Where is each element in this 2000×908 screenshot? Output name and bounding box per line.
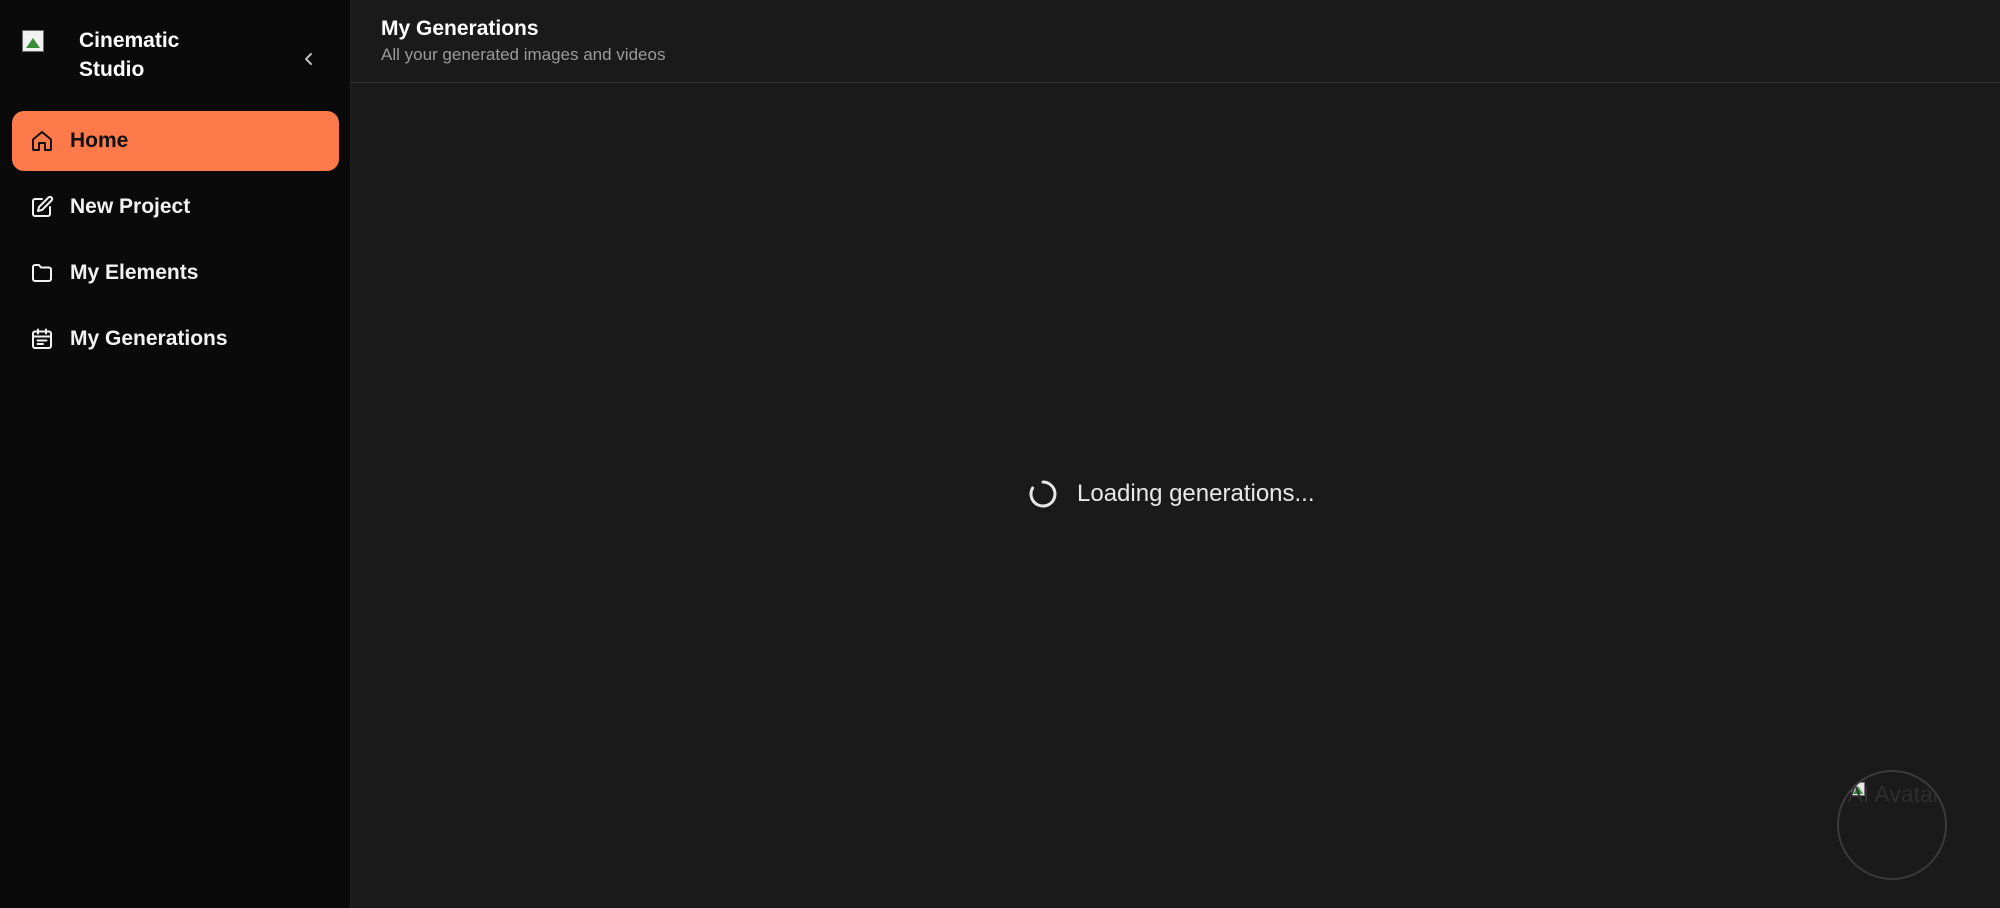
home-icon bbox=[29, 128, 55, 154]
main-content: My Generations All your generated images… bbox=[351, 0, 2000, 908]
sidebar-item-new-project[interactable]: New Project bbox=[12, 177, 339, 237]
sidebar-item-my-generations[interactable]: My Generations bbox=[12, 309, 339, 369]
calendar-icon bbox=[29, 326, 55, 352]
brand-logo-icon bbox=[22, 30, 50, 58]
sidebar-item-label: My Generations bbox=[70, 327, 228, 350]
avatar-alt-text: AI Avatar bbox=[1847, 781, 1941, 807]
page-subtitle: All your generated images and videos bbox=[381, 45, 666, 64]
sidebar-nav: Home New Project My Elements My Generati… bbox=[12, 111, 339, 375]
sidebar-item-label: Home bbox=[70, 129, 129, 152]
app-root: Cinematic Studio Home New Project My Ele… bbox=[0, 0, 2000, 908]
collapse-sidebar-button[interactable] bbox=[296, 46, 322, 72]
sidebar-item-my-elements[interactable]: My Elements bbox=[12, 243, 339, 303]
sidebar-item-label: New Project bbox=[70, 195, 191, 218]
page-title: My Generations bbox=[381, 17, 539, 40]
sidebar-item-label: My Elements bbox=[70, 261, 199, 284]
page-header: My Generations All your generated images… bbox=[351, 0, 2000, 83]
edit-icon bbox=[29, 194, 55, 220]
brand[interactable]: Cinematic Studio bbox=[22, 26, 209, 84]
spinner-icon bbox=[1029, 480, 1057, 508]
sidebar-item-home[interactable]: Home bbox=[12, 111, 339, 171]
ai-avatar-button[interactable]: AI Avatar bbox=[1837, 770, 1947, 880]
brand-name: Cinematic Studio bbox=[79, 29, 180, 81]
chevron-left-icon bbox=[305, 53, 312, 65]
loading-indicator: Loading generations... bbox=[1027, 478, 1315, 510]
sidebar: Cinematic Studio Home New Project My Ele… bbox=[0, 0, 351, 908]
folder-icon bbox=[29, 260, 55, 286]
loading-text: Loading generations... bbox=[1077, 480, 1315, 507]
